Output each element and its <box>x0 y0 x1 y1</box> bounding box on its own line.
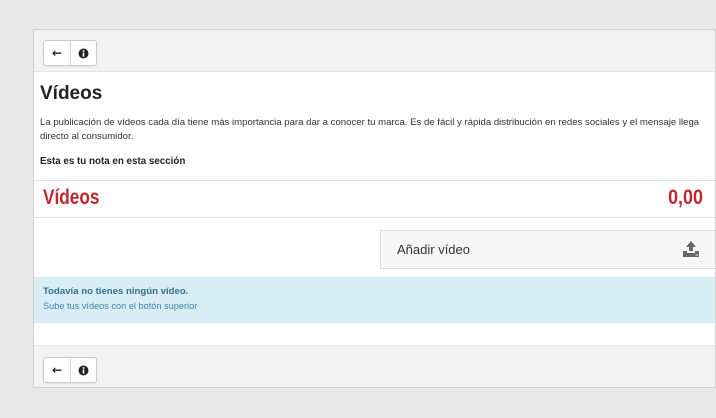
section-description: La publicación de vídeos cada día tiene … <box>40 117 700 142</box>
top-toolbar: ← <box>34 30 715 72</box>
add-video-label: Añadir vídeo <box>397 242 470 257</box>
note-label: Esta es tu nota en esta sección <box>40 156 186 167</box>
info-icon <box>78 365 89 375</box>
page-title: Vídeos <box>40 83 103 104</box>
top-button-group: ← <box>43 40 97 66</box>
alert-title: Todavía no tienes ningún vídeo. <box>43 286 189 297</box>
back-button[interactable]: ← <box>44 358 70 382</box>
bottom-toolbar: ← <box>34 345 715 387</box>
alert-subtitle: Sube tus vídeos con el botón superior <box>43 301 198 311</box>
score-value: 0,00 <box>668 186 703 209</box>
score-title: Vídeos <box>43 186 100 209</box>
bottom-button-group: ← <box>43 357 97 383</box>
videos-panel: ← Vídeos La publicación de vídeos cada d… <box>33 29 716 388</box>
empty-videos-alert: Todavía no tienes ningún vídeo. Sube tus… <box>34 277 715 323</box>
info-button[interactable] <box>70 358 96 382</box>
score-box: Vídeos 0,00 <box>34 180 715 218</box>
info-icon <box>78 48 89 58</box>
add-video-button[interactable]: Añadir vídeo <box>380 230 715 269</box>
arrow-left-icon: ← <box>51 46 63 60</box>
upload-icon <box>683 241 699 257</box>
back-button[interactable]: ← <box>44 41 70 65</box>
info-button[interactable] <box>70 41 96 65</box>
arrow-left-icon: ← <box>51 363 63 377</box>
